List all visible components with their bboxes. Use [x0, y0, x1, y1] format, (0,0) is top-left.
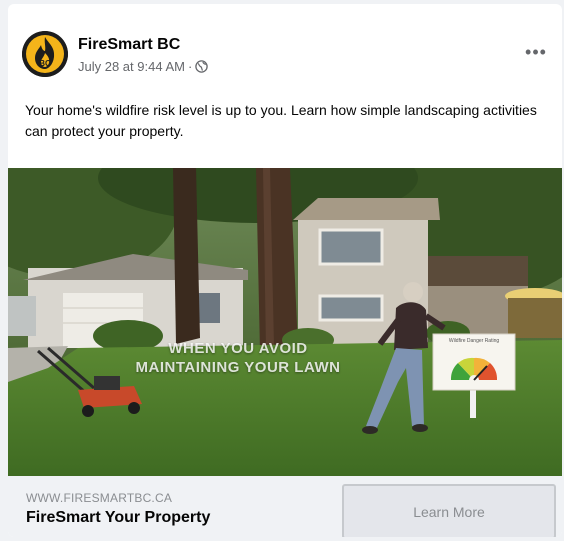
overlay-line-2: MAINTAINING YOUR LAWN: [135, 359, 341, 376]
video-scene-image: [8, 168, 562, 476]
video-overlay-text: WHEN YOU AVOID MAINTAINING YOUR LAWN: [108, 339, 368, 377]
link-title[interactable]: FireSmart Your Property: [26, 509, 210, 527]
page-name[interactable]: FireSmart BC: [78, 36, 180, 54]
avatar[interactable]: BC: [22, 31, 68, 77]
post-timestamp[interactable]: July 28 at 9:44 AM: [78, 59, 185, 74]
gauge-sign-title: Wildfire Danger Rating: [448, 338, 500, 344]
post-card: BC FireSmart BC July 28 at 9:44 AM · •••…: [8, 4, 562, 537]
flame-icon: [22, 31, 68, 77]
more-options-button[interactable]: •••: [522, 42, 550, 62]
overlay-line-1: WHEN YOU AVOID: [168, 340, 308, 357]
avatar-text: BC: [39, 59, 51, 68]
globe-icon: [195, 60, 209, 73]
meta-separator: ·: [187, 59, 193, 74]
post-caption: Your home's wildfire risk level is up to…: [25, 102, 537, 139]
link-preview[interactable]: WWW.FIRESMARTBC.CA FireSmart Your Proper…: [8, 476, 562, 537]
post-meta: July 28 at 9:44 AM ·: [78, 59, 209, 74]
post-header: BC FireSmart BC July 28 at 9:44 AM · •••: [8, 4, 562, 84]
learn-more-button[interactable]: Learn More: [342, 484, 556, 537]
link-domain: WWW.FIRESMARTBC.CA: [26, 491, 173, 505]
post-video[interactable]: Wildfire Danger Rating WHEN YOU AVOID MA…: [8, 168, 562, 476]
